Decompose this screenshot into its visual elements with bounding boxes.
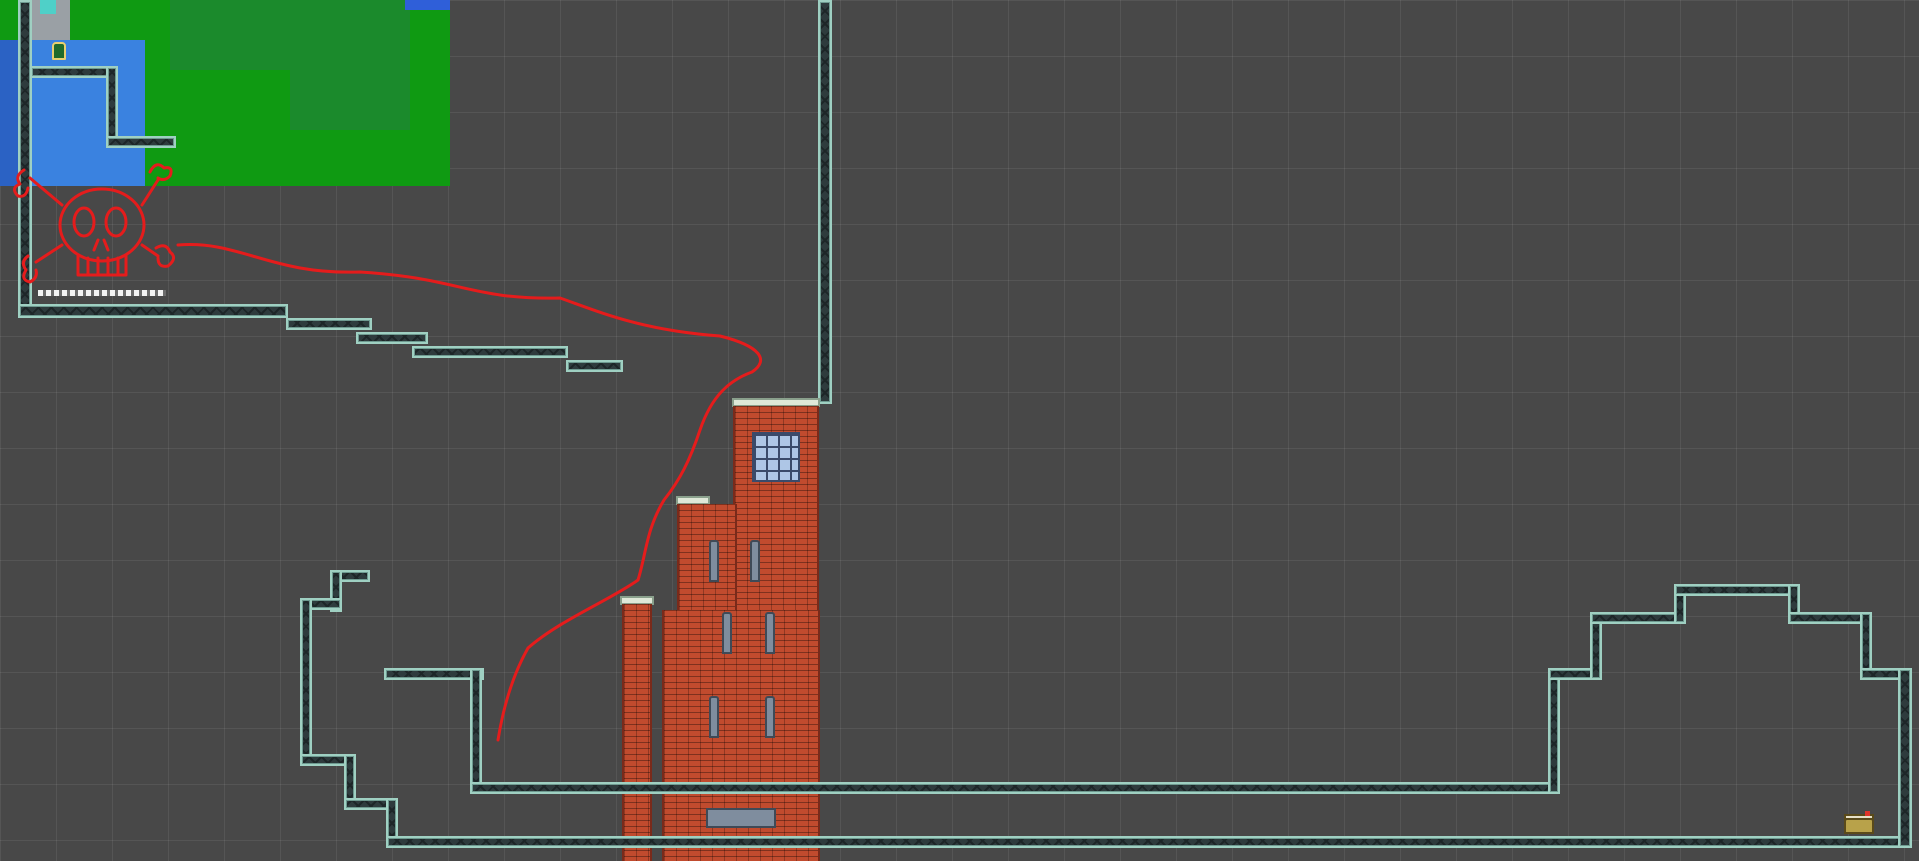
scene-viewport[interactable]: [0, 0, 1919, 861]
red-hand-drawn-path: [176, 243, 763, 742]
